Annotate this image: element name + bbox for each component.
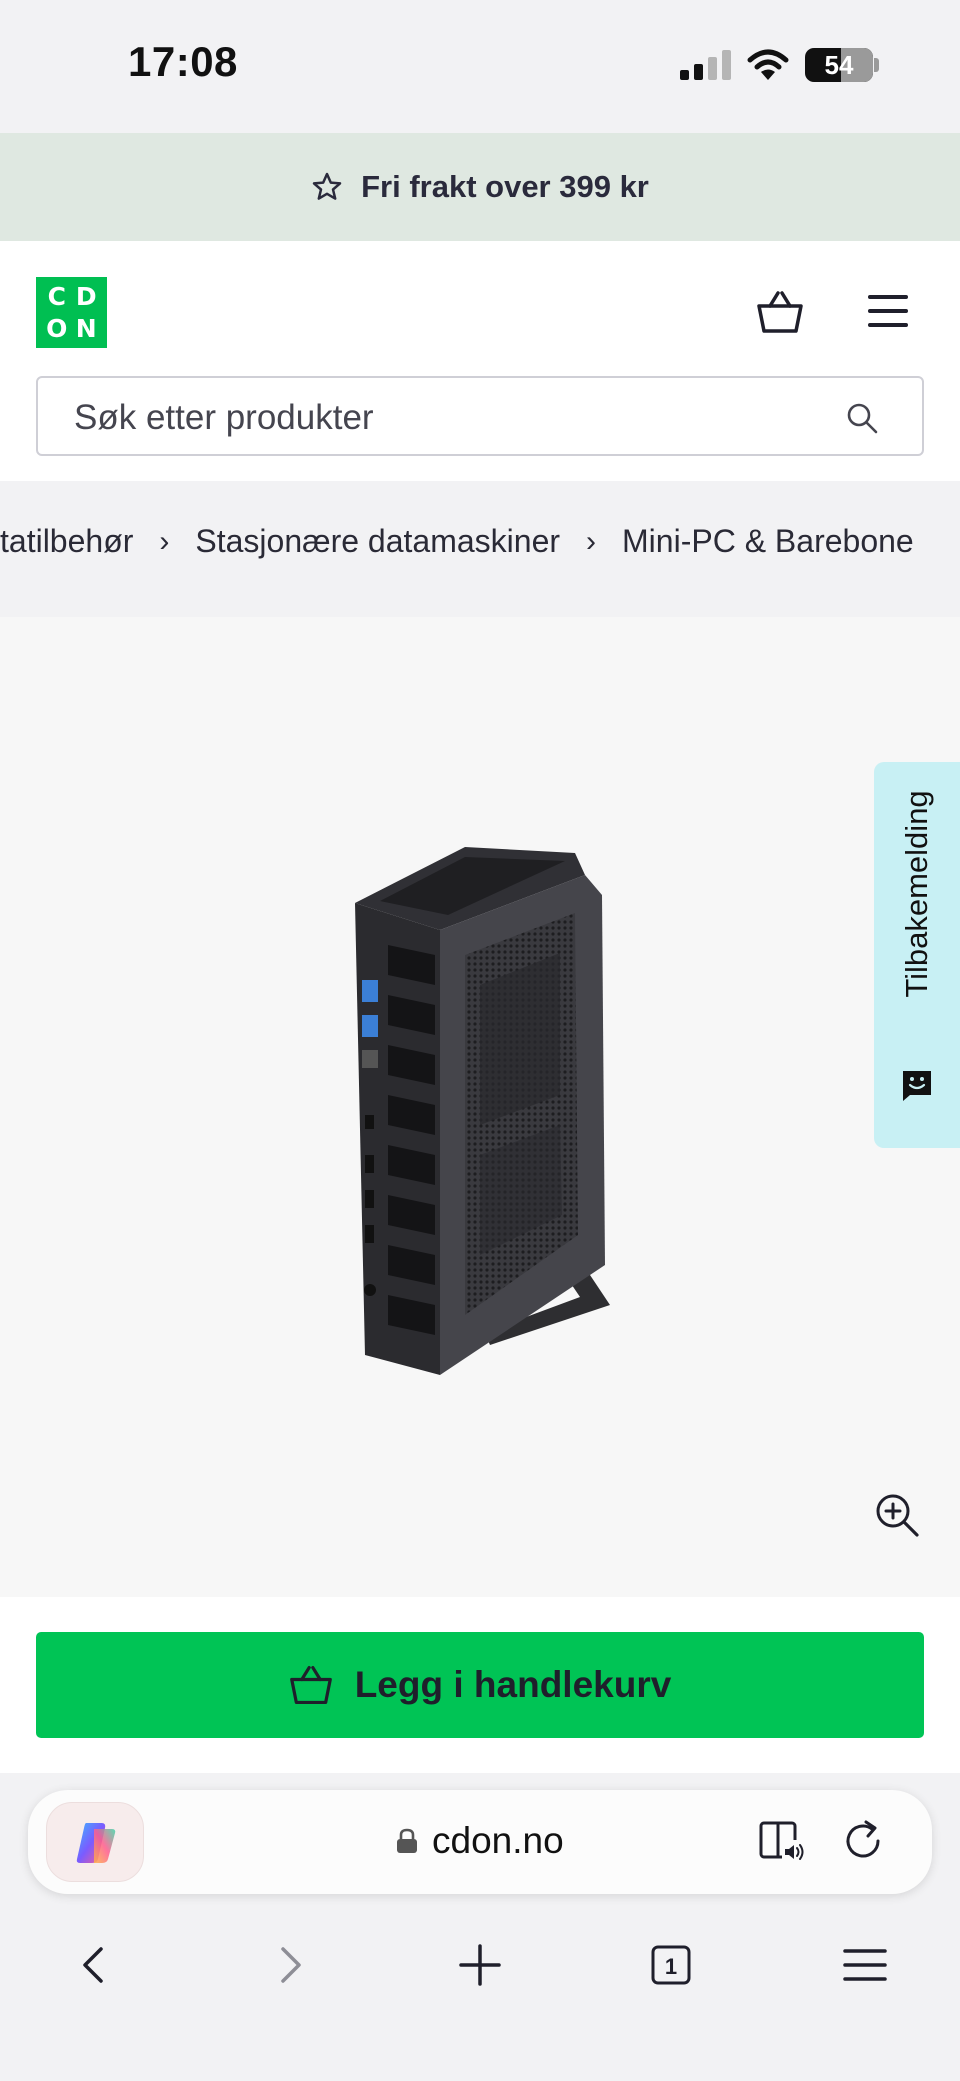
status-bar: 17:08 54 [0,0,960,133]
battery-level: 54 [824,50,854,80]
add-to-cart-area: Legg i handlekurv [0,1597,960,1773]
address-bar[interactable]: cdon.no [28,1790,932,1894]
back-button[interactable] [60,1923,130,2007]
lock-icon [397,1828,417,1853]
url-text: cdon.no [432,1820,564,1861]
star-icon [312,172,342,200]
add-to-cart-label: Legg i handlekurv [354,1664,672,1705]
back-icon [83,1947,103,1983]
zoom-in-icon[interactable] [874,1492,920,1538]
feedback-tab[interactable]: Tilbakemelding [874,762,960,1148]
breadcrumb: tatilbehør › Stasjonære datamaskiner › M… [0,481,960,617]
product-gallery[interactable] [0,617,960,1597]
copilot-icon [76,1823,116,1863]
breadcrumb-separator: › [159,524,170,558]
copilot-button[interactable] [46,1802,144,1882]
add-to-cart-button[interactable]: Legg i handlekurv [36,1632,924,1738]
browser-menu-button[interactable] [830,1923,900,2007]
search-input[interactable]: Søk etter produkter [36,376,924,456]
logo-letter: N [75,313,97,343]
logo-letter: D [75,282,97,311]
forward-icon [281,1947,301,1983]
browser-toolbar: cdon.no 1 [0,1773,960,2081]
cellular-signal-icon [680,50,731,80]
tab-count: 1 [665,1954,677,1979]
breadcrumb-item[interactable]: Stasjonære datamaskiner [195,523,560,560]
promo-banner: Fri frakt over 399 kr [0,133,960,241]
mini-pc-product-image[interactable] [340,835,620,1375]
status-time: 17:08 [128,38,238,85]
forward-button[interactable] [254,1923,324,2007]
tabs-icon: 1 [651,1945,691,1985]
smiley-chat-icon [903,1071,931,1101]
reader-audio-icon[interactable] [758,1818,806,1864]
new-tab-button[interactable] [445,1923,515,2007]
logo-letter: O [46,313,68,343]
new-tab-icon [459,1944,501,1986]
feedback-label: Tilbakemelding [899,790,934,998]
menu-icon [843,1949,887,1981]
wifi-icon [747,49,789,80]
cdon-logo[interactable]: C D O N [36,277,107,348]
logo-letter: C [47,282,66,311]
tabs-button[interactable]: 1 [636,1923,706,2007]
hamburger-menu-icon[interactable] [866,291,910,331]
basket-icon [289,1665,332,1705]
reload-icon[interactable] [840,1818,886,1864]
promo-text: Fri frakt over 399 kr [361,169,649,204]
breadcrumb-separator: › [586,524,597,558]
basket-icon[interactable] [756,288,804,336]
site-header: C D O N Søk etter produkter [0,241,960,481]
search-placeholder: Søk etter produkter [74,398,374,437]
search-icon[interactable] [846,402,878,434]
browser-nav-row: 1 [0,1923,960,2007]
breadcrumb-item[interactable]: tatilbehør [0,523,133,560]
breadcrumb-item[interactable]: Mini-PC & Barebone [622,523,914,560]
battery-icon: 54 [805,48,873,82]
